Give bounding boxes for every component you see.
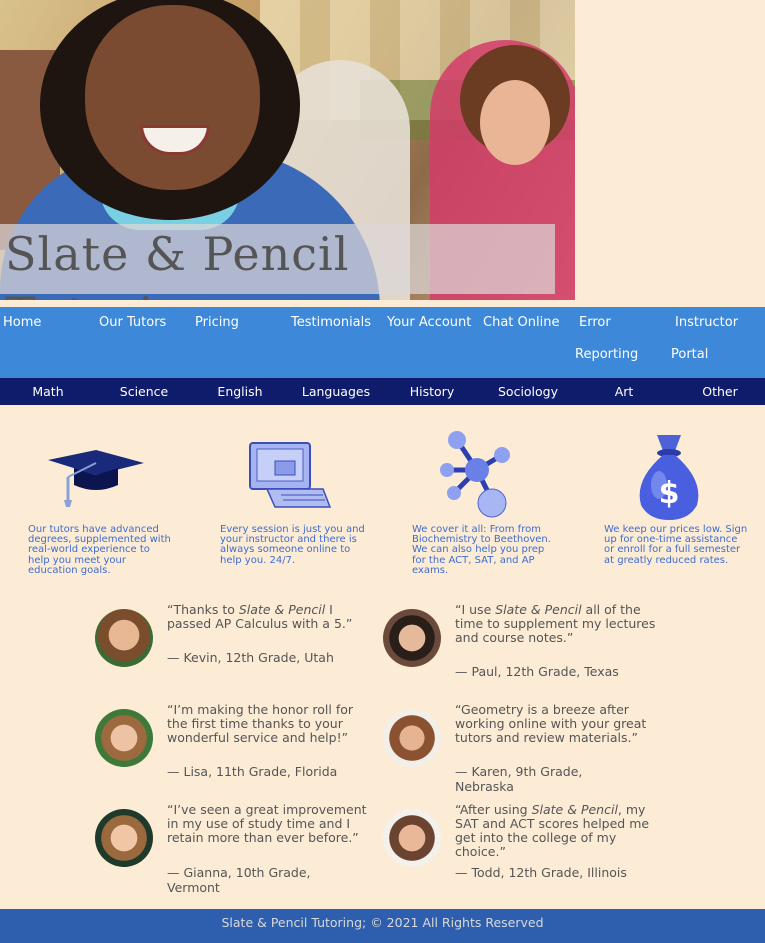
nav-testimonials[interactable]: Testimonials (291, 307, 371, 339)
avatar (383, 809, 441, 867)
footer: Slate & Pencil Tutoring; © 2021 All Righ… (0, 909, 765, 943)
avatar (383, 709, 441, 767)
graduation-cap-icon (48, 450, 144, 507)
testimonial-quote: “Thanks to Slate & Pencil I passed AP Ca… (167, 602, 353, 631)
nav-chat-online[interactable]: Chat Online (483, 307, 559, 339)
site-title: Slate & Pencil Tutoring (5, 227, 350, 300)
avatar (95, 609, 153, 667)
testimonial-author: — Kevin, 12th Grade, Utah (167, 650, 334, 665)
molecule-icon (440, 431, 510, 518)
testimonial-author: — Todd, 12th Grade, Illinois (455, 865, 627, 880)
testimonial-quote: “After using Slate & Pencil, my SAT and … (455, 802, 650, 859)
svg-text:$: $ (659, 476, 680, 511)
testimonial-author: — Lisa, 11th Grade, Florida (167, 764, 338, 779)
feature-subjects-text: We cover it all: From from Biochemistry … (412, 524, 551, 576)
nav-our-tutors[interactable]: Our Tutors (99, 307, 166, 339)
hero-student-face (85, 5, 260, 190)
nav-pricing[interactable]: Pricing (195, 307, 239, 339)
avatar (95, 809, 153, 867)
subject-nav: Math Science English Languages History S… (0, 378, 765, 405)
avatar (383, 609, 441, 667)
subject-other[interactable]: Other (672, 378, 765, 405)
testimonial-quote: “Geometry is a breeze after working onli… (455, 702, 647, 745)
nav-error-reporting-line2[interactable]: Reporting (575, 339, 638, 371)
feature-sessions-text: Every session is just you and your instr… (220, 524, 365, 566)
testimonial-quote: “I’ve seen a great improvement in my use… (167, 802, 367, 845)
primary-nav: Home Our Tutors Pricing Testimonials You… (0, 307, 765, 378)
footer-copyright: Slate & Pencil Tutoring; © 2021 All Righ… (221, 915, 544, 930)
computer-icon (249, 442, 332, 508)
testimonial-author: — Gianna, 10th Grade, Vermont (167, 865, 311, 895)
nav-instructor-portal-line2[interactable]: Portal (671, 339, 708, 371)
subject-english[interactable]: English (192, 378, 288, 405)
testimonial-author: — Paul, 12th Grade, Texas (455, 664, 619, 679)
nav-instructor-portal[interactable]: Instructor (675, 307, 738, 339)
subject-art[interactable]: Art (576, 378, 672, 405)
feature-pricing-text: We keep our prices low. Sign up for one-… (604, 524, 748, 566)
nav-home[interactable]: Home (3, 307, 41, 339)
hero-image: Slate & Pencil Tutoring (0, 0, 575, 300)
subject-science[interactable]: Science (96, 378, 192, 405)
subject-math[interactable]: Math (0, 378, 96, 405)
subject-sociology[interactable]: Sociology (480, 378, 576, 405)
nav-error-reporting[interactable]: Error (579, 307, 611, 339)
testimonial-author: — Karen, 9th Grade, Nebraska (455, 764, 583, 794)
hero-student-right-face (480, 80, 550, 165)
testimonial-quote: “I’m making the honor roll for the first… (167, 702, 354, 745)
subject-history[interactable]: History (384, 378, 480, 405)
money-bag-icon: $ (639, 435, 699, 520)
testimonial-quote: “I use Slate & Pencil all of the time to… (455, 602, 656, 645)
nav-your-account[interactable]: Your Account (387, 307, 471, 339)
avatar (95, 709, 153, 767)
subject-languages[interactable]: Languages (288, 378, 384, 405)
feature-tutors-text: Our tutors have advanced degrees, supple… (28, 524, 171, 576)
